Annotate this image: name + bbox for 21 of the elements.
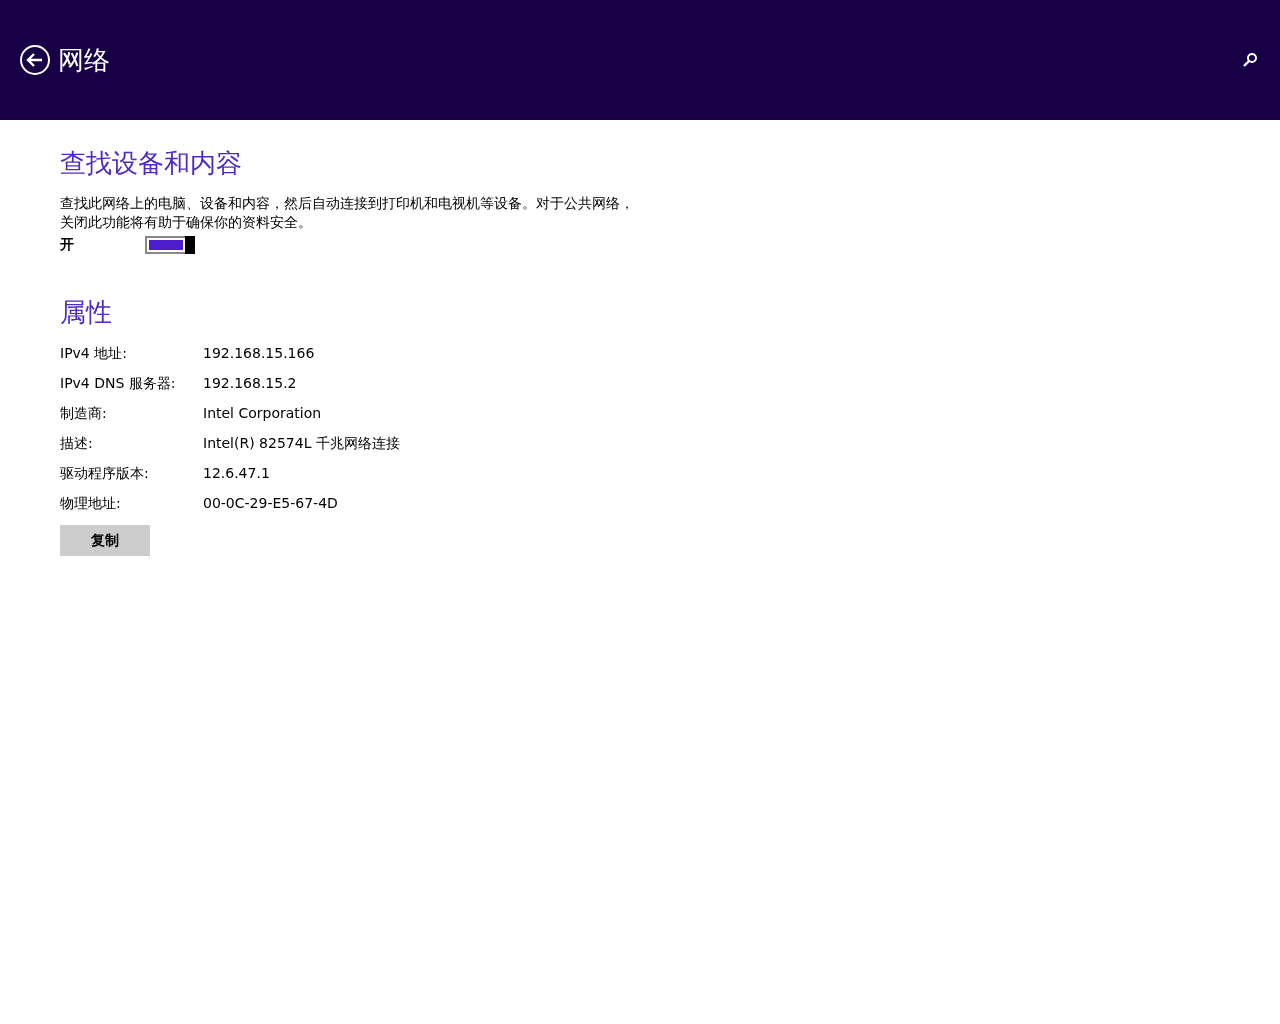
property-value: Intel(R) 82574L 千兆网络连接 [203, 434, 400, 453]
property-label: 描述: [60, 434, 94, 453]
property-value: 12.6.47.1 [203, 464, 271, 483]
toggle-switch[interactable] [145, 236, 195, 254]
property-value: 192.168.15.2 [203, 374, 298, 393]
section-heading: 查找设备和内容 [60, 147, 243, 180]
property-label: 制造商: [60, 404, 108, 423]
property-value: Intel Corporation [203, 404, 323, 423]
property-label: 驱动程序版本: [60, 464, 150, 483]
property-label: IPv4 地址: [60, 344, 128, 363]
page-title: 网络 [58, 44, 110, 76]
search-icon[interactable] [1242, 52, 1258, 68]
section-heading: 属性 [60, 296, 113, 329]
copy-button[interactable]: 复制 [60, 525, 150, 556]
property-value: 00-0C-29-E5-67-4D [203, 494, 339, 513]
property-value: 192.168.15.166 [203, 344, 316, 363]
property-label: IPv4 DNS 服务器: [60, 374, 177, 393]
toggle-label: 开 [60, 236, 75, 254]
property-label: 物理地址: [60, 494, 122, 513]
description-text: 查找此网络上的电脑、设备和内容，然后自动连接到打印机和电视机等设备。对于公共网络，关闭此功能将有助于确保你的资料安全。 [60, 194, 635, 232]
back-button[interactable] [19, 44, 51, 76]
